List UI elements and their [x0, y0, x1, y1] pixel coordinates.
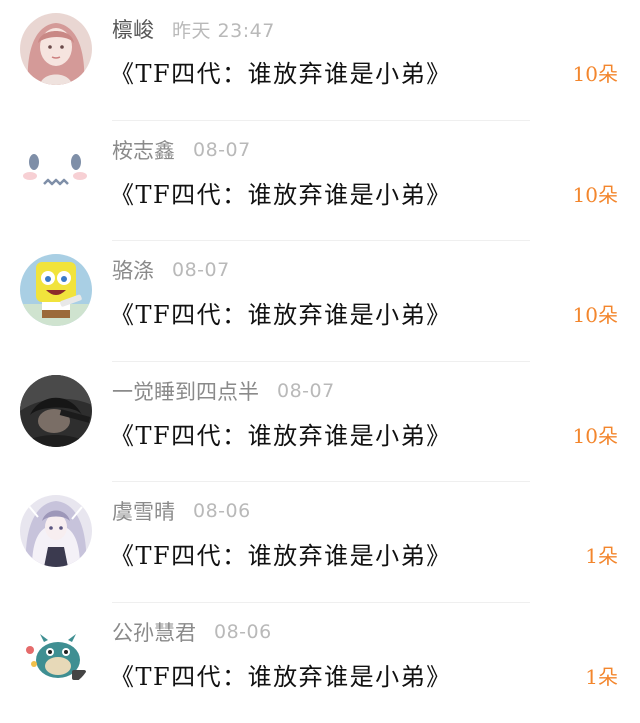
book-title[interactable]: 《TF四代：谁放弃谁是小弟》	[110, 416, 452, 451]
book-title[interactable]: 《TF四代：谁放弃谁是小弟》	[110, 536, 452, 571]
entry-meta: 骆涤 08-07	[112, 255, 230, 285]
gift-count: 10朵	[573, 179, 618, 208]
list-item[interactable]: 檩峻 昨天 23:47 《TF四代：谁放弃谁是小弟》 10朵	[0, 0, 640, 121]
timestamp: 08-06	[214, 621, 272, 643]
timestamp: 08-07	[172, 259, 230, 281]
gift-count: 1朵	[585, 661, 618, 690]
user-name[interactable]: 一觉睡到四点半	[112, 376, 259, 406]
list-item[interactable]: 公孙慧君 08-06 《TF四代：谁放弃谁是小弟》 1朵	[0, 603, 640, 723]
anime-girl-avatar-icon[interactable]	[20, 495, 92, 567]
user-name[interactable]: 檩峻	[112, 14, 154, 44]
entry-meta: 公孙慧君 08-06	[112, 617, 272, 647]
entry-meta: 檩峻 昨天 23:47	[112, 14, 275, 44]
user-name[interactable]: 骆涤	[112, 255, 154, 285]
book-title[interactable]: 《TF四代：谁放弃谁是小弟》	[110, 175, 452, 210]
dark-photo-avatar-icon[interactable]	[20, 375, 92, 447]
timestamp: 08-07	[277, 380, 335, 402]
list-item[interactable]: 桉志鑫 08-07 《TF四代：谁放弃谁是小弟》 10朵	[0, 121, 640, 242]
book-title[interactable]: 《TF四代：谁放弃谁是小弟》	[110, 295, 452, 330]
gift-count: 10朵	[573, 299, 618, 328]
timestamp: 08-07	[193, 139, 251, 161]
cute-face-avatar-icon[interactable]	[20, 134, 92, 206]
spongebob-avatar-icon[interactable]	[20, 254, 92, 326]
gift-record-list: 檩峻 昨天 23:47 《TF四代：谁放弃谁是小弟》 10朵 桉志鑫 08-07…	[0, 0, 640, 711]
girl-pink-hair-avatar-icon[interactable]	[20, 13, 92, 85]
list-item[interactable]: 虞雪晴 08-06 《TF四代：谁放弃谁是小弟》 1朵	[0, 482, 640, 603]
gift-count: 1朵	[585, 540, 618, 569]
gift-count: 10朵	[573, 58, 618, 87]
user-name[interactable]: 公孙慧君	[112, 617, 196, 647]
book-title[interactable]: 《TF四代：谁放弃谁是小弟》	[110, 54, 452, 89]
book-title[interactable]: 《TF四代：谁放弃谁是小弟》	[110, 657, 452, 692]
cartoon-monster-avatar-icon[interactable]	[20, 616, 92, 688]
user-name[interactable]: 虞雪晴	[112, 496, 175, 526]
entry-meta: 虞雪晴 08-06	[112, 496, 251, 526]
timestamp: 昨天 23:47	[172, 16, 275, 43]
gift-count: 10朵	[573, 420, 618, 449]
user-name[interactable]: 桉志鑫	[112, 135, 175, 165]
list-item[interactable]: 骆涤 08-07 《TF四代：谁放弃谁是小弟》 10朵	[0, 241, 640, 362]
list-item[interactable]: 一觉睡到四点半 08-07 《TF四代：谁放弃谁是小弟》 10朵	[0, 362, 640, 483]
timestamp: 08-06	[193, 500, 251, 522]
entry-meta: 一觉睡到四点半 08-07	[112, 376, 335, 406]
entry-meta: 桉志鑫 08-07	[112, 135, 251, 165]
